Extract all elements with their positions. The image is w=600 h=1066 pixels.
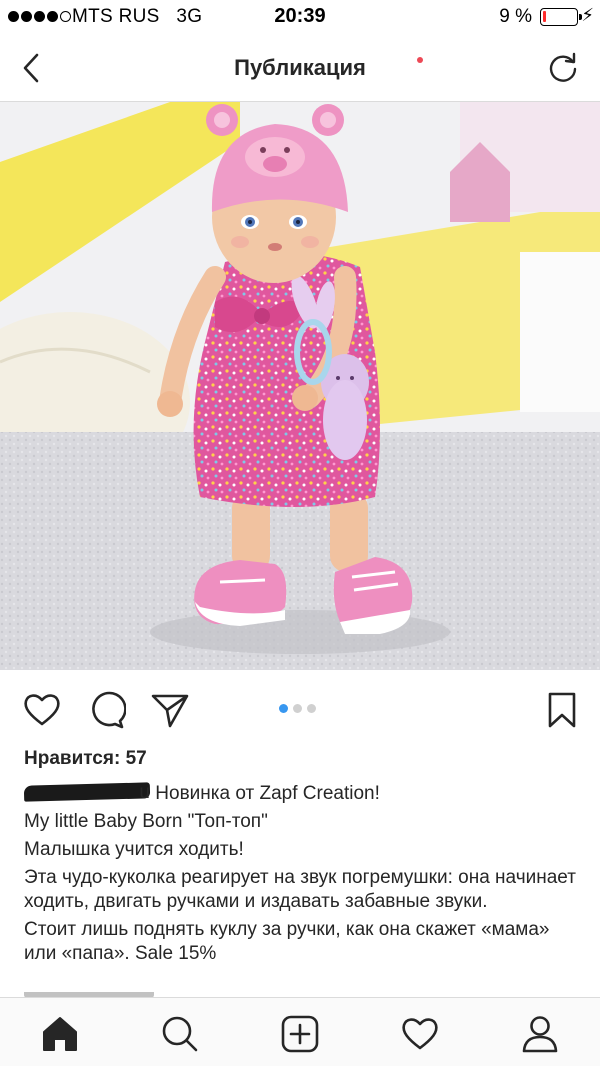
share-button[interactable] (150, 690, 190, 730)
username-redacted[interactable]: u (23, 782, 151, 803)
heart-icon (24, 694, 60, 726)
tab-add-post[interactable] (280, 1014, 320, 1054)
post-image[interactable] (0, 102, 600, 670)
refresh-button[interactable] (546, 50, 580, 84)
notification-dot (417, 57, 423, 63)
home-icon (43, 1017, 77, 1051)
likes-count[interactable]: Нравится: 57 (24, 748, 147, 770)
tab-home[interactable] (40, 1014, 80, 1054)
status-bar: MTS RUS 3G 20:39 9 % ⚡ (0, 0, 600, 34)
username-visible-part: u (139, 782, 150, 803)
battery-icon (540, 8, 582, 26)
carousel-dot (279, 704, 288, 713)
comment-icon (92, 691, 127, 729)
carousel-dot (307, 704, 316, 713)
caption-line: My little Baby Born "Топ-топ" (24, 811, 268, 832)
post-actions (0, 670, 600, 748)
activity-heart-icon (402, 1018, 438, 1050)
tab-activity[interactable] (400, 1014, 440, 1054)
battery-level (543, 11, 546, 22)
redaction-scribble (23, 782, 151, 802)
tab-profile[interactable] (520, 1014, 560, 1054)
caption-first-line: u Новинка от Zapf Creation! (23, 782, 584, 806)
carousel-dot (293, 704, 302, 713)
charging-icon: ⚡ (581, 5, 594, 25)
page-title: Публикация (234, 55, 366, 80)
bookmark-button[interactable] (542, 690, 582, 730)
post-caption: u Новинка от Zapf Creation! My little Ba… (23, 782, 584, 970)
profile-icon (522, 1016, 558, 1053)
tab-search[interactable] (160, 1014, 200, 1054)
battery-percent: 9 % (499, 6, 532, 27)
caption-line: Эта чудо-куколка реагирует на звук погре… (24, 867, 576, 912)
tab-bar (0, 997, 600, 1066)
search-icon (162, 1016, 198, 1052)
nav-bar: Публикация (0, 34, 600, 102)
comment-button[interactable] (86, 690, 127, 730)
like-button[interactable] (22, 690, 62, 730)
bookmark-icon (548, 692, 576, 728)
carousel-indicator (279, 704, 316, 713)
caption-text: Новинка от Zapf Creation! (155, 783, 380, 804)
caption-line: Стоит лишь поднять куклу за ручки, как о… (24, 919, 550, 964)
add-post-icon (281, 1015, 319, 1053)
caption-line: Малышка учится ходить! (24, 839, 244, 860)
share-icon (151, 694, 189, 728)
refresh-icon (549, 52, 577, 82)
